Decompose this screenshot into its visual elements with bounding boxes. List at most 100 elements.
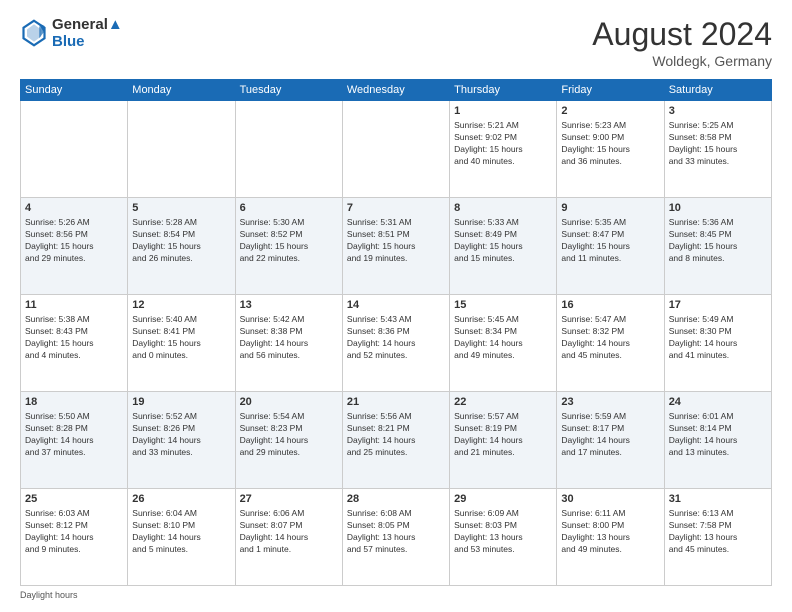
day-number: 13 xyxy=(240,298,338,313)
week-row-4: 25Sunrise: 6:03 AM Sunset: 8:12 PM Dayli… xyxy=(21,489,772,586)
calendar-cell: 26Sunrise: 6:04 AM Sunset: 8:10 PM Dayli… xyxy=(128,489,235,586)
day-info: Sunrise: 5:43 AM Sunset: 8:36 PM Dayligh… xyxy=(347,314,445,362)
col-header-saturday: Saturday xyxy=(664,80,771,101)
day-number: 26 xyxy=(132,492,230,507)
day-number: 22 xyxy=(454,395,552,410)
day-number: 19 xyxy=(132,395,230,410)
calendar-cell: 29Sunrise: 6:09 AM Sunset: 8:03 PM Dayli… xyxy=(450,489,557,586)
day-number: 11 xyxy=(25,298,123,313)
day-number: 1 xyxy=(454,104,552,119)
day-info: Sunrise: 5:50 AM Sunset: 8:28 PM Dayligh… xyxy=(25,411,123,459)
calendar-cell: 27Sunrise: 6:06 AM Sunset: 8:07 PM Dayli… xyxy=(235,489,342,586)
day-number: 30 xyxy=(561,492,659,507)
day-info: Sunrise: 5:42 AM Sunset: 8:38 PM Dayligh… xyxy=(240,314,338,362)
day-number: 17 xyxy=(669,298,767,313)
day-number: 27 xyxy=(240,492,338,507)
calendar-cell: 13Sunrise: 5:42 AM Sunset: 8:38 PM Dayli… xyxy=(235,295,342,392)
day-number: 18 xyxy=(25,395,123,410)
day-info: Sunrise: 6:03 AM Sunset: 8:12 PM Dayligh… xyxy=(25,508,123,556)
calendar-cell xyxy=(235,101,342,198)
logo: General▲ Blue xyxy=(20,16,123,51)
calendar-cell: 22Sunrise: 5:57 AM Sunset: 8:19 PM Dayli… xyxy=(450,392,557,489)
day-info: Sunrise: 5:38 AM Sunset: 8:43 PM Dayligh… xyxy=(25,314,123,362)
day-number: 23 xyxy=(561,395,659,410)
day-number: 21 xyxy=(347,395,445,410)
day-number: 15 xyxy=(454,298,552,313)
col-header-sunday: Sunday xyxy=(21,80,128,101)
day-number: 5 xyxy=(132,201,230,216)
day-info: Sunrise: 6:01 AM Sunset: 8:14 PM Dayligh… xyxy=(669,411,767,459)
day-info: Sunrise: 5:21 AM Sunset: 9:02 PM Dayligh… xyxy=(454,120,552,168)
col-header-wednesday: Wednesday xyxy=(342,80,449,101)
calendar-cell: 23Sunrise: 5:59 AM Sunset: 8:17 PM Dayli… xyxy=(557,392,664,489)
week-row-0: 1Sunrise: 5:21 AM Sunset: 9:02 PM Daylig… xyxy=(21,101,772,198)
calendar-cell: 11Sunrise: 5:38 AM Sunset: 8:43 PM Dayli… xyxy=(21,295,128,392)
day-info: Sunrise: 5:47 AM Sunset: 8:32 PM Dayligh… xyxy=(561,314,659,362)
day-number: 24 xyxy=(669,395,767,410)
logo-icon xyxy=(20,19,48,47)
calendar-cell xyxy=(128,101,235,198)
day-info: Sunrise: 6:08 AM Sunset: 8:05 PM Dayligh… xyxy=(347,508,445,556)
calendar-cell: 1Sunrise: 5:21 AM Sunset: 9:02 PM Daylig… xyxy=(450,101,557,198)
day-number: 28 xyxy=(347,492,445,507)
day-info: Sunrise: 5:56 AM Sunset: 8:21 PM Dayligh… xyxy=(347,411,445,459)
day-info: Sunrise: 5:36 AM Sunset: 8:45 PM Dayligh… xyxy=(669,217,767,265)
day-number: 2 xyxy=(561,104,659,119)
day-info: Sunrise: 5:49 AM Sunset: 8:30 PM Dayligh… xyxy=(669,314,767,362)
day-info: Sunrise: 5:52 AM Sunset: 8:26 PM Dayligh… xyxy=(132,411,230,459)
day-number: 29 xyxy=(454,492,552,507)
calendar-cell: 8Sunrise: 5:33 AM Sunset: 8:49 PM Daylig… xyxy=(450,198,557,295)
location-label: Woldegk, Germany xyxy=(592,53,772,69)
day-info: Sunrise: 6:13 AM Sunset: 7:58 PM Dayligh… xyxy=(669,508,767,556)
calendar-cell: 2Sunrise: 5:23 AM Sunset: 9:00 PM Daylig… xyxy=(557,101,664,198)
calendar-cell: 12Sunrise: 5:40 AM Sunset: 8:41 PM Dayli… xyxy=(128,295,235,392)
calendar-cell: 5Sunrise: 5:28 AM Sunset: 8:54 PM Daylig… xyxy=(128,198,235,295)
day-info: Sunrise: 6:06 AM Sunset: 8:07 PM Dayligh… xyxy=(240,508,338,556)
calendar-cell: 19Sunrise: 5:52 AM Sunset: 8:26 PM Dayli… xyxy=(128,392,235,489)
day-number: 4 xyxy=(25,201,123,216)
calendar-cell: 21Sunrise: 5:56 AM Sunset: 8:21 PM Dayli… xyxy=(342,392,449,489)
day-number: 20 xyxy=(240,395,338,410)
calendar-cell: 9Sunrise: 5:35 AM Sunset: 8:47 PM Daylig… xyxy=(557,198,664,295)
week-row-1: 4Sunrise: 5:26 AM Sunset: 8:56 PM Daylig… xyxy=(21,198,772,295)
day-number: 31 xyxy=(669,492,767,507)
day-info: Sunrise: 5:57 AM Sunset: 8:19 PM Dayligh… xyxy=(454,411,552,459)
calendar-cell: 25Sunrise: 6:03 AM Sunset: 8:12 PM Dayli… xyxy=(21,489,128,586)
title-block: August 2024 Woldegk, Germany xyxy=(592,16,772,69)
calendar-cell xyxy=(342,101,449,198)
calendar-cell: 10Sunrise: 5:36 AM Sunset: 8:45 PM Dayli… xyxy=(664,198,771,295)
week-row-3: 18Sunrise: 5:50 AM Sunset: 8:28 PM Dayli… xyxy=(21,392,772,489)
calendar-cell: 7Sunrise: 5:31 AM Sunset: 8:51 PM Daylig… xyxy=(342,198,449,295)
day-number: 16 xyxy=(561,298,659,313)
day-number: 7 xyxy=(347,201,445,216)
day-number: 10 xyxy=(669,201,767,216)
day-info: Sunrise: 5:35 AM Sunset: 8:47 PM Dayligh… xyxy=(561,217,659,265)
day-info: Sunrise: 6:11 AM Sunset: 8:00 PM Dayligh… xyxy=(561,508,659,556)
calendar-cell: 16Sunrise: 5:47 AM Sunset: 8:32 PM Dayli… xyxy=(557,295,664,392)
day-info: Sunrise: 5:45 AM Sunset: 8:34 PM Dayligh… xyxy=(454,314,552,362)
day-info: Sunrise: 5:40 AM Sunset: 8:41 PM Dayligh… xyxy=(132,314,230,362)
page-header: General▲ Blue August 2024 Woldegk, Germa… xyxy=(20,16,772,69)
calendar-cell: 3Sunrise: 5:25 AM Sunset: 8:58 PM Daylig… xyxy=(664,101,771,198)
day-info: Sunrise: 5:30 AM Sunset: 8:52 PM Dayligh… xyxy=(240,217,338,265)
col-header-monday: Monday xyxy=(128,80,235,101)
day-number: 6 xyxy=(240,201,338,216)
col-header-friday: Friday xyxy=(557,80,664,101)
calendar-cell: 6Sunrise: 5:30 AM Sunset: 8:52 PM Daylig… xyxy=(235,198,342,295)
day-number: 9 xyxy=(561,201,659,216)
month-year-title: August 2024 xyxy=(592,16,772,53)
calendar-cell: 28Sunrise: 6:08 AM Sunset: 8:05 PM Dayli… xyxy=(342,489,449,586)
calendar-cell xyxy=(21,101,128,198)
col-header-thursday: Thursday xyxy=(450,80,557,101)
day-number: 25 xyxy=(25,492,123,507)
calendar-cell: 30Sunrise: 6:11 AM Sunset: 8:00 PM Dayli… xyxy=(557,489,664,586)
calendar-cell: 24Sunrise: 6:01 AM Sunset: 8:14 PM Dayli… xyxy=(664,392,771,489)
calendar-cell: 18Sunrise: 5:50 AM Sunset: 8:28 PM Dayli… xyxy=(21,392,128,489)
day-info: Sunrise: 5:59 AM Sunset: 8:17 PM Dayligh… xyxy=(561,411,659,459)
calendar-cell: 14Sunrise: 5:43 AM Sunset: 8:36 PM Dayli… xyxy=(342,295,449,392)
day-number: 14 xyxy=(347,298,445,313)
day-info: Sunrise: 5:26 AM Sunset: 8:56 PM Dayligh… xyxy=(25,217,123,265)
calendar-cell: 15Sunrise: 5:45 AM Sunset: 8:34 PM Dayli… xyxy=(450,295,557,392)
day-number: 3 xyxy=(669,104,767,119)
footer-note: Daylight hours xyxy=(20,590,772,600)
